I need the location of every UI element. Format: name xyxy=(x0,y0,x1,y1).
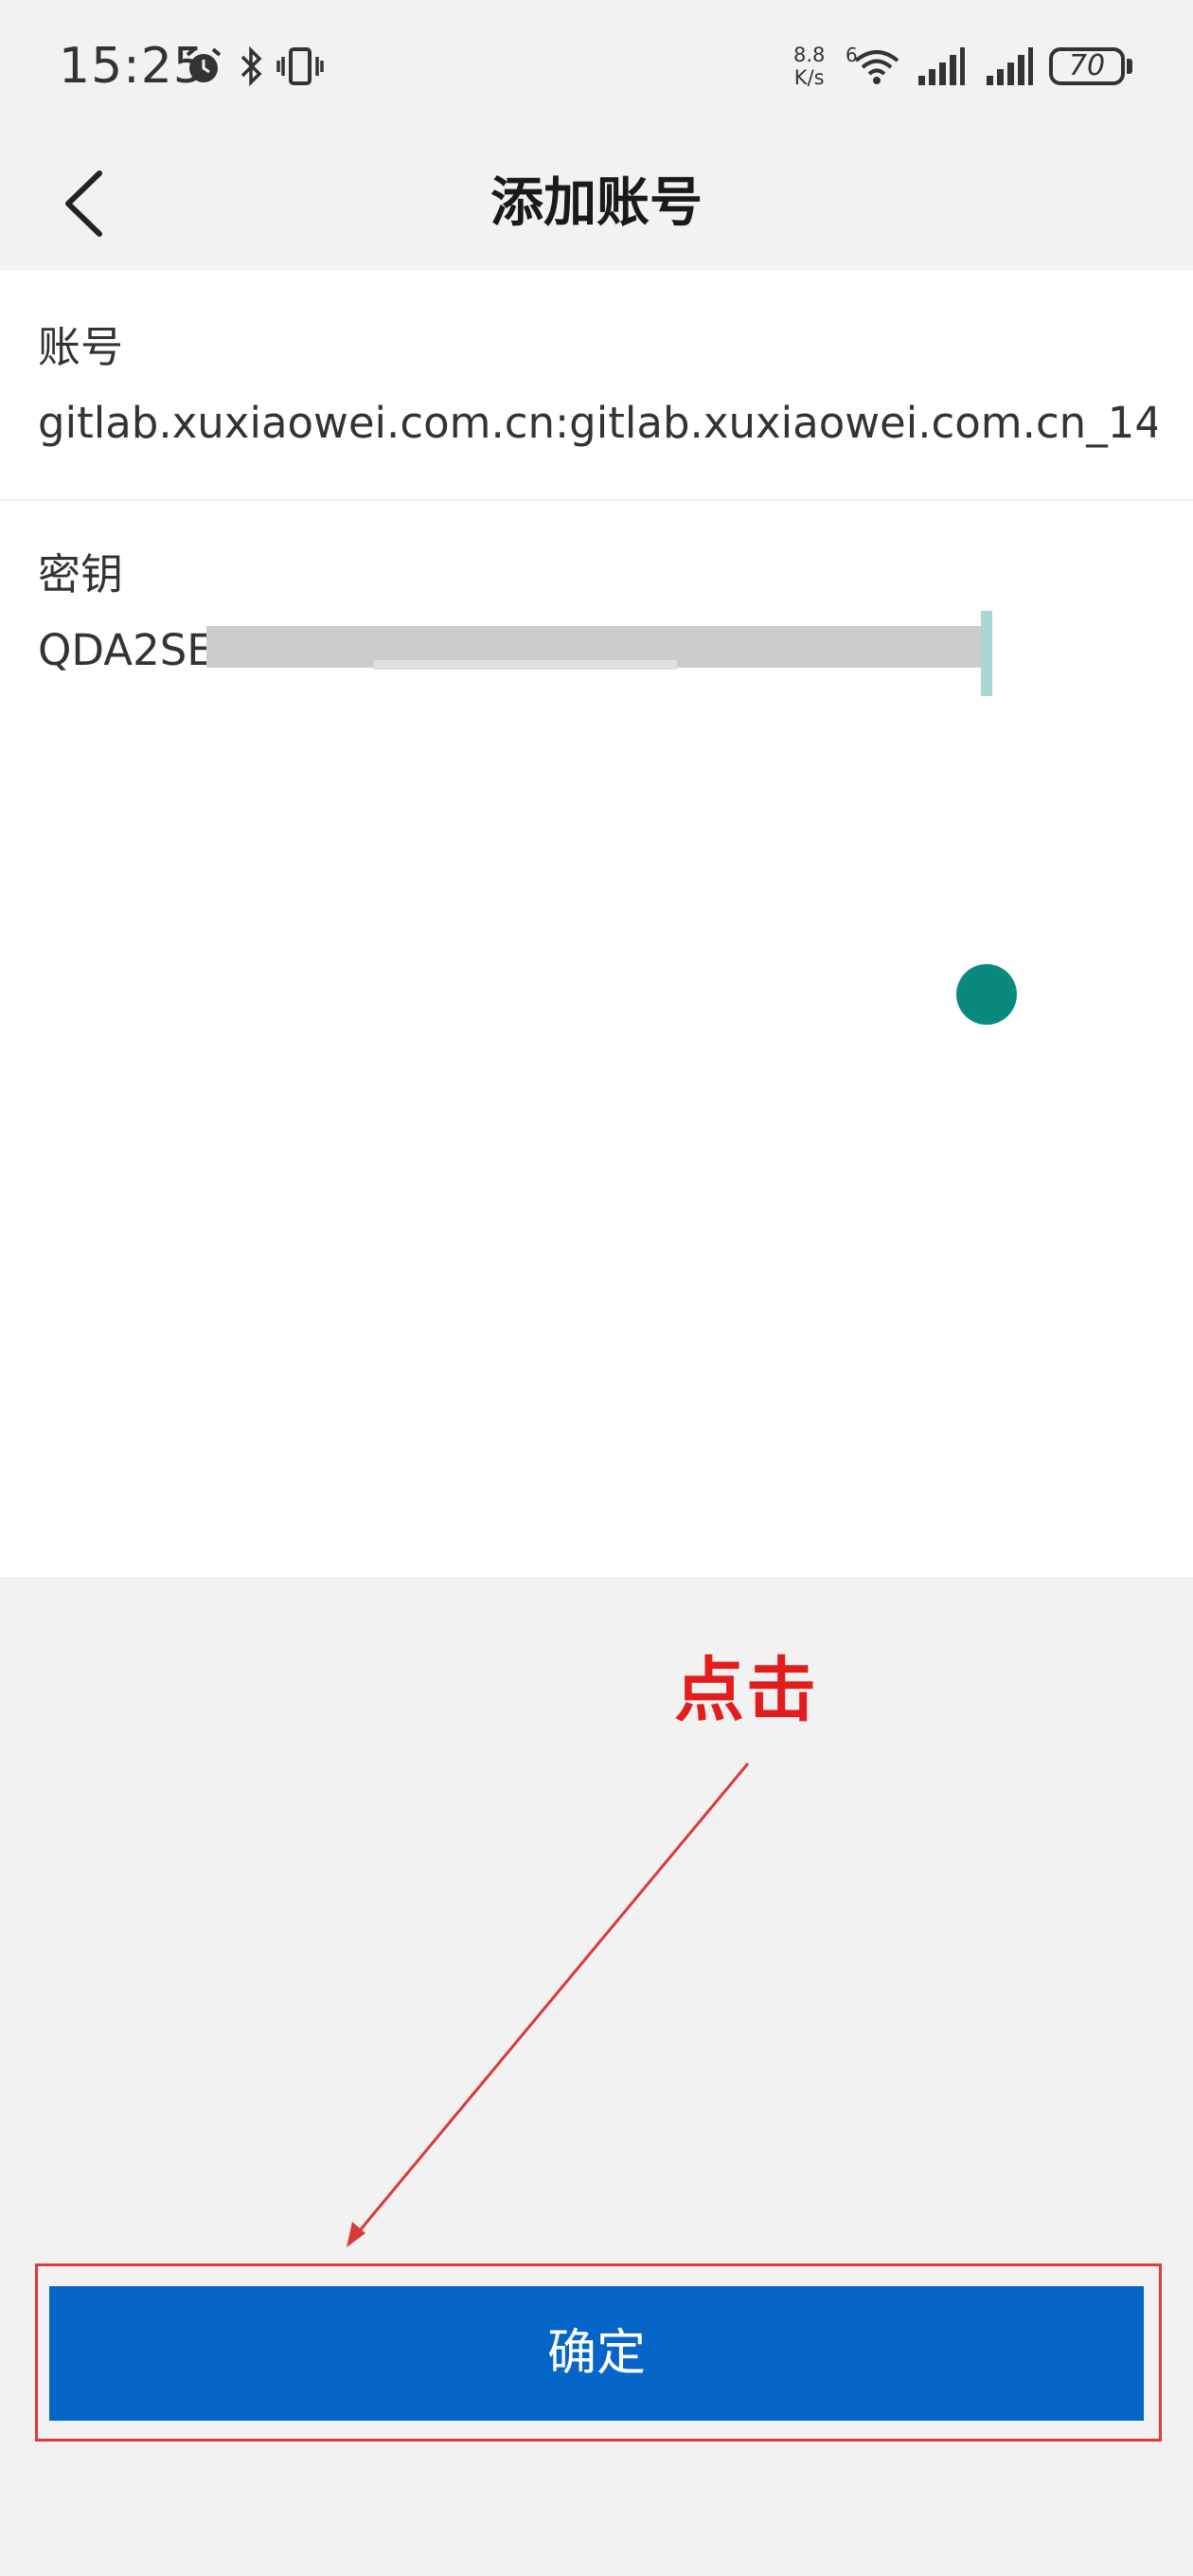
key-label: 密钥 xyxy=(38,549,124,599)
text-cursor xyxy=(981,611,992,696)
signal-icon xyxy=(918,47,965,85)
key-field[interactable]: 密钥 QDA2SE xyxy=(0,501,1193,1031)
status-bar: 15:25 8.8 K/s 6 70 xyxy=(0,0,1193,137)
redacted-key-mask xyxy=(374,660,677,670)
alarm-icon xyxy=(186,47,222,82)
wifi-icon xyxy=(854,50,899,84)
signal-icon xyxy=(987,47,1033,85)
annotation-label: 点击 xyxy=(674,1650,818,1731)
cursor-handle[interactable] xyxy=(956,964,1017,1025)
page-title: 添加账号 xyxy=(490,172,703,234)
battery-tip xyxy=(1127,59,1132,74)
vibrate-icon xyxy=(276,47,324,85)
net-speed: 8.8 K/s xyxy=(793,44,826,89)
account-field[interactable]: 账号 gitlab.xuxiaowei.com.cn:gitlab.xuxiao… xyxy=(0,270,1193,499)
title-bar: 添加账号 xyxy=(0,137,1193,270)
add-account-form: 账号 gitlab.xuxiaowei.com.cn:gitlab.xuxiao… xyxy=(0,270,1193,1577)
bluetooth-icon xyxy=(240,45,262,87)
account-input[interactable]: gitlab.xuxiaowei.com.cn:gitlab.xuxiaowei… xyxy=(38,398,1157,448)
battery-icon: 70 xyxy=(1049,47,1125,85)
account-label: 账号 xyxy=(38,322,124,372)
confirm-button[interactable]: 确定 xyxy=(49,2286,1144,2421)
battery-level: 70 xyxy=(1068,49,1106,82)
